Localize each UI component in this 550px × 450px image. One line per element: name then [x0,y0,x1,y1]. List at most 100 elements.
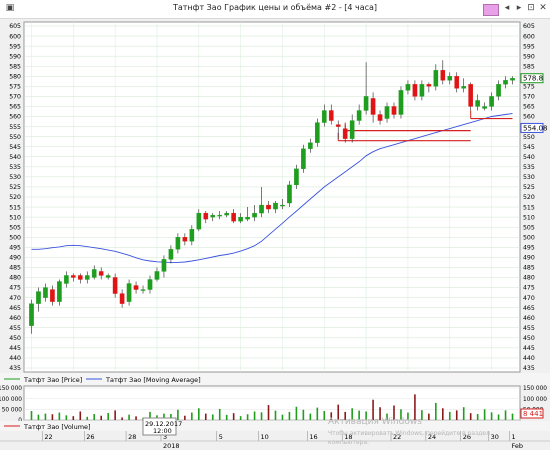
candle-body [377,114,383,121]
volume-plot-area [23,385,521,421]
y-tick-label-right: 455 [523,325,535,332]
volume-bar [246,414,249,420]
y-tick-label-right: 570 [523,94,535,101]
candle [468,82,473,111]
volume-bar [497,414,500,420]
y-tick-label-left: 490 [9,255,21,262]
volume-bar [184,415,186,420]
x-tick-label: 5 [219,433,223,441]
candle-body [168,249,174,260]
candle-body [280,204,285,207]
y-tick-label-left: 590 [9,53,21,60]
y-tick-label-left: 485 [9,265,21,272]
volume-bar [442,408,444,420]
y-tick-label-left: 455 [9,325,21,332]
y-tick-label-left: 445 [9,345,21,352]
volume-bar [260,412,263,420]
candle-body [308,142,313,149]
tooltip-time: 12:00 [153,427,172,435]
candle-body [321,110,327,123]
price-legend-label: Татфт Зао [Price] [23,376,82,384]
y-tick-label-right: 485 [523,265,535,272]
volume-tick-label-left: 100 000 [0,397,22,403]
candle-body [363,96,369,111]
volume-bar [30,411,33,420]
candle-body [391,106,397,115]
volume-bar [211,414,214,420]
candle-body [126,283,132,302]
candle-body [266,204,271,210]
watermark-line1: Активация Windows [328,417,422,427]
candle-body [419,84,425,97]
volume-bar [191,412,193,420]
candle-body [349,120,355,139]
y-tick-label-right: 450 [523,335,535,342]
y-tick-label-left: 585 [9,63,21,70]
candle-body [496,84,501,97]
y-tick-label-right: 535 [523,164,535,171]
y-tick-label-right: 590 [523,53,535,60]
y-tick-label-left: 535 [9,164,21,171]
x-tick-label: 10 [261,433,269,441]
y-tick-label-right: 495 [523,244,535,251]
candle-body [461,86,467,89]
candle-body [454,76,460,89]
volume-bar [72,416,75,420]
candle-body [433,70,439,87]
candle-body [29,303,34,326]
candle-body [105,275,111,278]
volume-bar [504,410,507,420]
y-tick-label-left: 505 [9,224,21,231]
candle-body [328,110,334,121]
candle-body [468,84,473,107]
ma-last-marker: 554.08 [520,122,548,133]
candle-body [203,212,209,220]
volume-bar [455,410,458,420]
candle-body [287,184,292,204]
volume-bar [51,414,54,420]
candle-body [510,78,515,81]
volume-tick-label-left: 50 000 [2,408,23,414]
candle-body [315,122,320,143]
candle-body [231,212,236,222]
candle-body [503,80,508,85]
volume-bar [274,410,277,420]
candle-body [133,285,139,290]
volume-tick-label-right: 100 000 [523,397,547,403]
candle-body [50,289,55,302]
candle-body [98,271,104,276]
candle-body [238,216,243,222]
y-tick-label-right: 475 [523,285,535,292]
y-tick-label-right: 575 [523,84,535,91]
volume-bar [295,406,298,420]
volume-bar [58,412,61,420]
candle-body [36,291,41,304]
y-tick-label-left: 570 [9,94,21,101]
y-tick-label-right: 465 [523,305,535,312]
y-tick-label-right: 440 [523,355,535,362]
y-tick-label-right: 510 [523,214,535,221]
candle-body [71,275,76,278]
y-tick-label-left: 605 [9,23,21,30]
y-tick-label-right: 445 [523,345,535,352]
volume-bar [37,414,40,420]
volume-bar [428,413,430,420]
candle [287,180,292,208]
volume-tick-label-right: 150 000 [523,386,547,392]
candle-body [175,237,181,250]
y-tick-label-right: 565 [523,104,535,111]
y-tick-label-right: 490 [523,255,535,262]
y-tick-label-left: 460 [9,315,21,322]
volume-last-label: 8 441 [523,410,543,418]
y-tick-label-left: 520 [9,194,21,201]
y-tick-label-left: 475 [9,285,21,292]
volume-bar [135,416,137,420]
y-tick-label-right: 515 [523,204,535,211]
candle-body [112,277,118,294]
candle-body [370,98,376,115]
volume-bar [309,413,312,420]
volume-bar [44,413,47,420]
x-tick-label: 1 [512,433,516,441]
x-month-label: Feb [512,442,524,450]
volume-bar [114,410,116,420]
